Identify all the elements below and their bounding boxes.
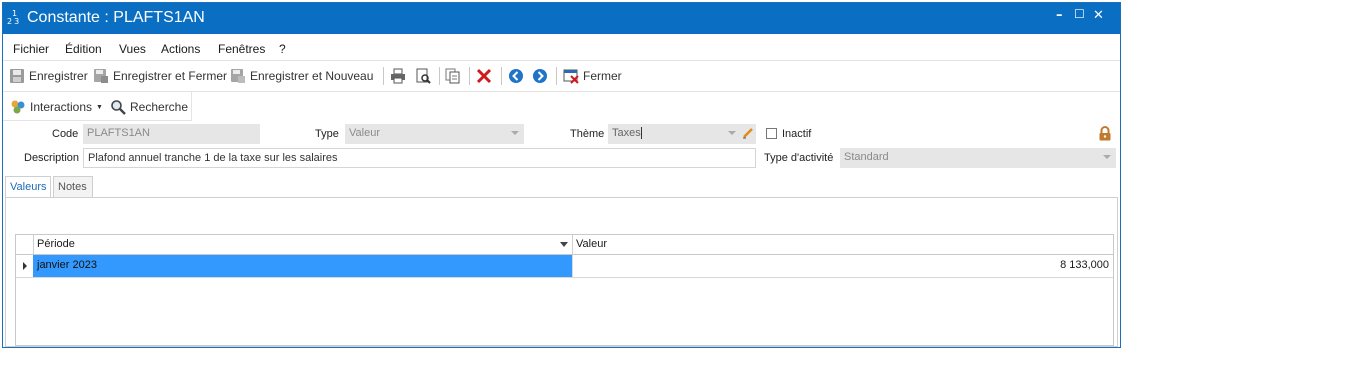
- save-new-button[interactable]: Enregistrer et Nouveau: [230, 66, 373, 86]
- column-header-valeur-label: Valeur: [576, 238, 607, 250]
- grid-header: Période Valeur: [16, 235, 1113, 255]
- search-button[interactable]: Recherche: [110, 97, 188, 117]
- delete-button[interactable]: [476, 66, 492, 86]
- chevron-down-icon: [511, 131, 519, 135]
- chevron-down-icon: ▼: [96, 103, 103, 111]
- toolbar-separator: [556, 67, 557, 85]
- description-field[interactable]: Plafond annuel tranche 1 de la taxe sur …: [83, 148, 756, 168]
- interactions-button[interactable]: Interactions ▼: [10, 97, 103, 117]
- interactions-icon: [10, 99, 26, 115]
- theme-select[interactable]: Taxes: [608, 124, 756, 144]
- maximize-button[interactable]: ☐: [1074, 7, 1085, 21]
- activity-type-select[interactable]: Standard: [840, 148, 1116, 168]
- toolbar-separator: [469, 67, 470, 85]
- code-field[interactable]: PLAFTS1AN: [83, 124, 260, 144]
- menu-bar: Fichier Édition Vues Actions Fenêtres ?: [3, 35, 1120, 61]
- table-row[interactable]: janvier 2023 8 133,000: [16, 255, 1113, 278]
- menu-fenetres[interactable]: Fenêtres: [218, 42, 265, 56]
- menu-edition[interactable]: Édition: [65, 42, 102, 56]
- print-button[interactable]: [390, 66, 406, 86]
- previous-button[interactable]: [508, 66, 524, 86]
- description-value: Plafond annuel tranche 1 de la taxe sur …: [88, 152, 338, 164]
- arrow-left-circle-icon: [508, 68, 524, 84]
- search-icon: [110, 99, 126, 115]
- menu-vues[interactable]: Vues: [119, 42, 146, 56]
- lock-icon: [1098, 126, 1112, 144]
- window-title: Constante : PLAFTS1AN: [27, 9, 205, 26]
- toolbar-separator: [501, 67, 502, 85]
- text-cursor: [640, 127, 642, 140]
- code-label: Code: [52, 128, 79, 140]
- code-value: PLAFTS1AN: [87, 127, 150, 139]
- theme-value: Taxes: [612, 127, 641, 139]
- activity-type-value: Standard: [844, 151, 889, 163]
- row-indicator-header: [16, 235, 33, 254]
- search-label: Recherche: [130, 100, 189, 114]
- values-grid: Période Valeur janvier 2023 8 133,000: [15, 234, 1114, 346]
- close-button[interactable]: Fermer: [563, 66, 622, 86]
- cell-periode[interactable]: janvier 2023: [33, 255, 572, 277]
- cell-periode-value: janvier 2023: [37, 259, 97, 271]
- menu-help[interactable]: ?: [279, 42, 286, 56]
- type-value: Valeur: [349, 127, 380, 139]
- description-label: Description: [24, 152, 80, 164]
- column-header-periode[interactable]: Période: [33, 235, 572, 254]
- menu-fichier[interactable]: Fichier: [13, 42, 49, 56]
- save-button[interactable]: Enregistrer: [9, 66, 88, 86]
- chevron-down-icon: [1103, 155, 1111, 159]
- arrow-right-circle-icon: [532, 68, 548, 84]
- row-indicator: [16, 255, 33, 277]
- inactive-label: Inactif: [782, 128, 812, 140]
- save-new-label: Enregistrer et Nouveau: [250, 69, 374, 83]
- menu-actions[interactable]: Actions: [161, 42, 200, 56]
- toolbar-separator: [383, 67, 384, 85]
- interactions-label: Interactions: [30, 100, 93, 114]
- save-close-button[interactable]: Enregistrer et Fermer: [93, 66, 227, 86]
- copy-document-icon: [445, 68, 461, 84]
- current-row-arrow-icon: [23, 262, 27, 270]
- duplicate-button[interactable]: [445, 66, 461, 86]
- activity-type-label: Type d'activité: [764, 152, 834, 164]
- edit-pencil-icon[interactable]: [742, 127, 754, 142]
- cell-valeur[interactable]: 8 133,000: [572, 255, 1113, 277]
- title-bar[interactable]: 1 23 Constante : PLAFTS1AN – ☐ ✕: [3, 3, 1120, 34]
- tab-valeurs-label: Valeurs: [10, 181, 47, 193]
- column-header-valeur[interactable]: Valeur: [572, 235, 1113, 254]
- toolbar-separator: [439, 67, 440, 85]
- sort-arrow-icon: [560, 242, 568, 247]
- save-close-label: Enregistrer et Fermer: [113, 69, 228, 83]
- close-label: Fermer: [583, 69, 622, 83]
- save-label: Enregistrer: [29, 69, 88, 83]
- tab-valeurs[interactable]: Valeurs: [5, 176, 51, 199]
- save-new-icon: [230, 68, 246, 84]
- printer-icon: [390, 68, 406, 84]
- chevron-down-icon: [728, 131, 736, 135]
- theme-label: Thème: [570, 128, 605, 140]
- constant-app-icon: 1 23: [6, 10, 24, 28]
- print-preview-icon: [415, 68, 431, 84]
- minimize-button[interactable]: –: [1056, 8, 1063, 23]
- cell-valeur-value: 8 133,000: [1060, 259, 1109, 271]
- tab-panel-valeurs: Période Valeur janvier 2023 8 133,000: [5, 197, 1118, 347]
- type-select[interactable]: Valeur: [345, 124, 524, 144]
- column-header-periode-label: Période: [37, 238, 75, 250]
- next-button[interactable]: [532, 66, 548, 86]
- delete-x-icon: [476, 68, 492, 84]
- constante-window: 1 23 Constante : PLAFTS1AN – ☐ ✕ Fichier…: [2, 2, 1121, 348]
- type-label: Type: [315, 128, 339, 140]
- app-icon-bottom: 23: [7, 17, 22, 26]
- secondary-toolbar: Interactions ▼ Recherche: [3, 92, 192, 121]
- inactive-checkbox[interactable]: [766, 128, 777, 139]
- floppy-disk-icon: [9, 68, 25, 84]
- tab-notes[interactable]: Notes: [53, 176, 93, 198]
- close-window-button[interactable]: ✕: [1093, 8, 1104, 23]
- save-close-icon: [93, 68, 109, 84]
- close-form-icon: [563, 68, 579, 84]
- main-toolbar: Enregistrer Enregistrer et Fermer Enregi…: [3, 61, 1120, 92]
- tab-notes-label: Notes: [58, 181, 87, 193]
- print-preview-button[interactable]: [415, 66, 431, 86]
